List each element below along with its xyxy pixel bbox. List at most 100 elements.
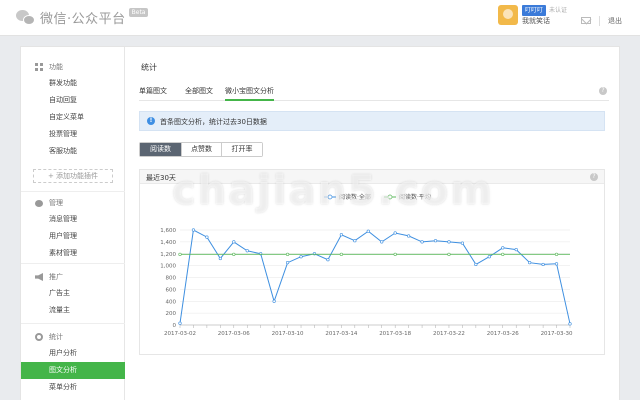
sidebar-item-auto-reply[interactable]: 自动回复 (21, 92, 125, 109)
x-tick-label: 2017-03-10 (272, 331, 304, 337)
wechat-logo[interactable]: 微信·公众平台 Beta (16, 8, 149, 27)
chart-panel: 最近30天 ? 0 200 400 600 800 1,000 1,200 1,400 1,60… (139, 169, 605, 355)
sidebar-group-promotion: 推广 广告主 流量主 (21, 269, 125, 319)
sidebar-item-messages[interactable]: 消息管理 (21, 211, 125, 228)
grid-icon (35, 63, 43, 71)
stats-icon (35, 333, 43, 341)
tab-xiaobao-analysis[interactable]: 微小宝图文分析 (225, 83, 274, 101)
data-point (393, 231, 397, 235)
legend-label: 阅读数·平均 (399, 193, 431, 201)
sidebar-group-title: 统计 (21, 329, 125, 345)
data-point (339, 233, 343, 237)
info-icon: ! (147, 117, 155, 125)
data-point (514, 247, 518, 252)
data-point (285, 252, 290, 256)
data-point (245, 249, 249, 253)
legend-marker (327, 194, 333, 200)
notice-text: 首条图文分析，统计过去30日数据 (160, 118, 267, 126)
chat-icon (35, 199, 43, 207)
sidebar-item-materials[interactable]: 素材管理 (21, 245, 125, 262)
segment-open-rate[interactable]: 打开率 (222, 143, 262, 156)
avatar[interactable] (497, 5, 518, 25)
segment-likes[interactable]: 点赞数 (182, 143, 222, 156)
data-point (178, 252, 182, 256)
sidebar-item-custom-menu[interactable]: 自定义菜单 (21, 109, 125, 126)
sidebar-item-menu-analysis[interactable]: 菜单分析 (21, 379, 125, 396)
data-point (568, 322, 572, 326)
sidebar-item-mass-send[interactable]: 群发功能 (21, 75, 125, 92)
y-tick-label: 1,200 (160, 252, 176, 258)
data-point (232, 240, 236, 244)
data-point (380, 240, 384, 244)
data-point (501, 246, 505, 250)
sidebar-item-advertiser[interactable]: 广告主 (21, 285, 125, 302)
account-type: 未认证 (548, 7, 567, 14)
sidebar-item-publisher[interactable]: 流量主 (21, 302, 125, 319)
sidebar: 功能 群发功能 自动回复 自定义菜单 投票管理 客服功能 + 添加功能插件 管理… (21, 47, 125, 400)
sidebar-item-users[interactable]: 用户管理 (21, 228, 125, 245)
divider (21, 323, 125, 324)
data-point (178, 321, 182, 325)
legend-marker (387, 194, 393, 200)
data-point (326, 258, 330, 262)
y-tick-label: 1,000 (160, 264, 176, 270)
add-plugin-button[interactable]: + 添加功能插件 (33, 169, 113, 183)
data-point (447, 240, 451, 244)
y-tick-label: 1,400 (160, 240, 176, 246)
account-info: 叮叮叮 未认证 我就笑话 (521, 5, 567, 27)
page-title: 统计 (141, 63, 157, 72)
metric-switcher: 阅读数 点赞数 打开率 (139, 142, 263, 157)
data-point (554, 262, 559, 266)
tab-single-article[interactable]: 单篇图文 (139, 83, 167, 101)
sidebar-group-features: 功能 群发功能 自动回复 自定义菜单 投票管理 客服功能 (21, 59, 125, 160)
account-name[interactable]: 叮叮叮 (521, 5, 546, 16)
help-icon[interactable]: ? (590, 173, 598, 181)
x-tick-label: 2017-03-02 (164, 331, 196, 337)
x-tick-label: 2017-03-26 (487, 331, 519, 337)
sidebar-group-manage: 管理 消息管理 用户管理 素材管理 (21, 195, 125, 262)
main-panel: 功能 群发功能 自动回复 自定义菜单 投票管理 客服功能 + 添加功能插件 管理… (20, 46, 620, 400)
mail-icon[interactable] (581, 17, 591, 24)
data-point (460, 241, 465, 245)
data-point (232, 252, 236, 256)
data-point (528, 261, 532, 265)
sidebar-item-customer-service[interactable]: 客服功能 (21, 143, 125, 160)
data-point (339, 252, 343, 256)
sidebar-group-stats: 统计 用户分析 图文分析 菜单分析 (21, 329, 125, 396)
chart-title: 最近30天 (146, 174, 176, 182)
data-point (299, 255, 303, 259)
account-nick: 我就笑话 (521, 17, 550, 25)
data-point (433, 239, 438, 243)
data-point (487, 255, 491, 259)
sidebar-group-title: 管理 (21, 195, 125, 211)
data-point (474, 262, 478, 267)
data-point (501, 252, 505, 256)
logout-link[interactable]: 退出 (599, 16, 622, 26)
data-point (366, 229, 370, 233)
tab-all-articles[interactable]: 全部图文 (185, 83, 213, 101)
sidebar-item-vote[interactable]: 投票管理 (21, 126, 125, 143)
divider (21, 191, 125, 192)
x-tick-label: 2017-03-22 (433, 331, 465, 337)
data-point (218, 256, 222, 261)
y-tick-label: 600 (166, 287, 177, 293)
legend-label: 阅读数·全部 (339, 193, 371, 201)
segment-reads[interactable]: 阅读数 (140, 143, 182, 156)
data-point (353, 239, 357, 243)
sidebar-group-title: 推广 (21, 269, 125, 285)
notice-banner: ! 首条图文分析，统计过去30日数据 (139, 111, 605, 131)
data-point (205, 235, 209, 239)
y-tick-label: 800 (166, 276, 177, 282)
tab-bar: 单篇图文 全部图文 微小宝图文分析 ? (139, 83, 609, 101)
wechat-logo-icon (16, 9, 36, 27)
series-line-reads (179, 229, 571, 324)
data-point (285, 261, 290, 265)
x-tick-label: 2017-03-30 (541, 331, 573, 337)
sidebar-item-user-analysis[interactable]: 用户分析 (21, 345, 125, 362)
logo-text: 微信·公众平台 (40, 12, 126, 27)
sidebar-item-article-analysis[interactable]: 图文分析 (21, 362, 125, 379)
data-point (393, 252, 397, 256)
x-tick-label: 2017-03-14 (325, 331, 357, 337)
help-icon[interactable]: ? (599, 87, 607, 95)
divider (21, 263, 125, 264)
